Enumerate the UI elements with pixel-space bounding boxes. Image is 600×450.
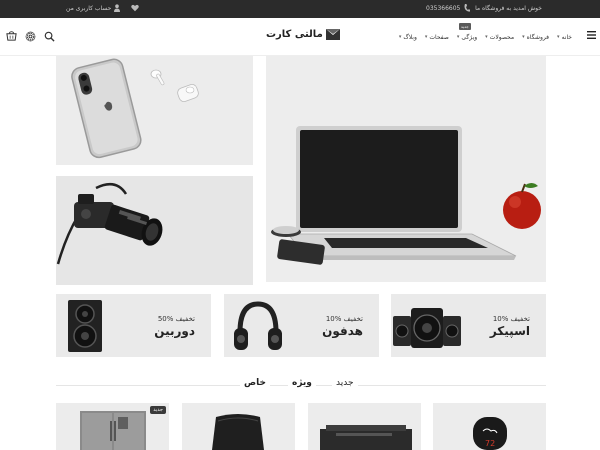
- hero-banner-laptop[interactable]: [266, 56, 546, 282]
- promo-discount: 50% تخفیف: [157, 315, 195, 323]
- phone-icon: [464, 4, 470, 12]
- header-icons: [6, 31, 55, 42]
- nav-item-home[interactable]: خانه ▾: [557, 32, 572, 42]
- settings-icon[interactable]: [25, 31, 36, 42]
- header: خانه ▾ فروشگاه ▾ محصولات ▾ ویژگی ▾ جدید صفحات…: [0, 18, 600, 56]
- promo-card-speaker[interactable]: 10% تخفیف اسپیکر: [391, 294, 546, 357]
- nav-item-pages[interactable]: صفحات ▾: [425, 32, 449, 42]
- heart-icon[interactable]: [131, 4, 139, 12]
- hero-banner-camera[interactable]: [56, 176, 253, 285]
- promo-discount: 10% تخفیف: [492, 315, 530, 323]
- hero-banner-phone[interactable]: [56, 56, 253, 165]
- product-card[interactable]: جدید: [56, 403, 169, 450]
- phone-number[interactable]: 035366605: [426, 5, 460, 12]
- laptop-image: [266, 56, 546, 282]
- speaker-tower-image: [68, 300, 102, 352]
- chevron-down-icon: ▾: [424, 34, 428, 40]
- tab-exclusive[interactable]: خاص: [240, 378, 270, 388]
- speaker-box-image: [212, 414, 264, 450]
- product-card[interactable]: [182, 403, 295, 450]
- promo-card-headphone[interactable]: 10% تخفیف هدفون: [224, 294, 379, 357]
- menu-icon[interactable]: [587, 31, 596, 39]
- new-badge: جدید: [150, 406, 166, 414]
- chevron-down-icon: ▾: [456, 34, 460, 40]
- main-nav: خانه ▾ فروشگاه ▾ محصولات ▾ ویژگی ▾ جدید صفحات…: [399, 23, 572, 42]
- product-card[interactable]: 72: [433, 403, 546, 450]
- product-card[interactable]: [308, 403, 421, 450]
- envelope-logo-icon: [325, 29, 340, 40]
- site-logo[interactable]: مالتی کارت: [266, 29, 340, 40]
- nav-label: محصولات: [489, 33, 515, 41]
- user-icon: [114, 4, 120, 12]
- camera-image: [56, 176, 253, 285]
- promo-name: اسپیکر: [489, 324, 530, 338]
- tab-new[interactable]: جدید: [332, 378, 358, 388]
- chevron-down-icon: ▾: [485, 34, 488, 40]
- logo-text: مالتی کارت: [266, 29, 323, 40]
- promo-name: دوربین: [154, 324, 195, 338]
- top-bar: خوش امدید به فروشگاه ما 035366605 حساب ک…: [0, 0, 600, 18]
- nav-label: خانه: [561, 33, 572, 41]
- nav-item-features[interactable]: ویژگی ▾ جدید: [456, 23, 478, 42]
- printer-image: [320, 425, 412, 450]
- cart-icon[interactable]: [6, 31, 17, 42]
- search-icon[interactable]: [44, 31, 55, 42]
- nav-label: ویژگی: [461, 33, 478, 41]
- promo-card-camera[interactable]: 50% تخفیف دوربین: [56, 294, 211, 357]
- account-link[interactable]: حساب کاربری من: [66, 5, 111, 12]
- speaker-set-image: [393, 308, 461, 348]
- nav-badge-new: جدید: [458, 23, 471, 30]
- chevron-down-icon: ▾: [557, 34, 560, 40]
- nav-label: وبلاگ: [403, 33, 417, 41]
- nav-label: صفحات: [429, 33, 449, 41]
- nav-item-blog[interactable]: وبلاگ ▾: [399, 32, 417, 42]
- chevron-down-icon: ▾: [398, 34, 402, 40]
- nav-item-products[interactable]: محصولات ▾: [485, 32, 514, 42]
- phone-airpods-image: [56, 56, 253, 165]
- promo-discount: 10% تخفیف: [325, 315, 363, 323]
- smart-thermostat-image: 72: [473, 417, 507, 450]
- headphone-image: [234, 301, 282, 350]
- promo-name: هدفون: [322, 324, 363, 338]
- nav-label: فروشگاه: [526, 33, 550, 41]
- svg-text:72: 72: [485, 439, 495, 448]
- welcome-text: خوش امدید به فروشگاه ما: [475, 5, 542, 12]
- chevron-down-icon: ▾: [522, 34, 525, 40]
- nav-item-shop[interactable]: فروشگاه ▾: [522, 32, 549, 42]
- tab-special[interactable]: ویژه: [288, 378, 316, 388]
